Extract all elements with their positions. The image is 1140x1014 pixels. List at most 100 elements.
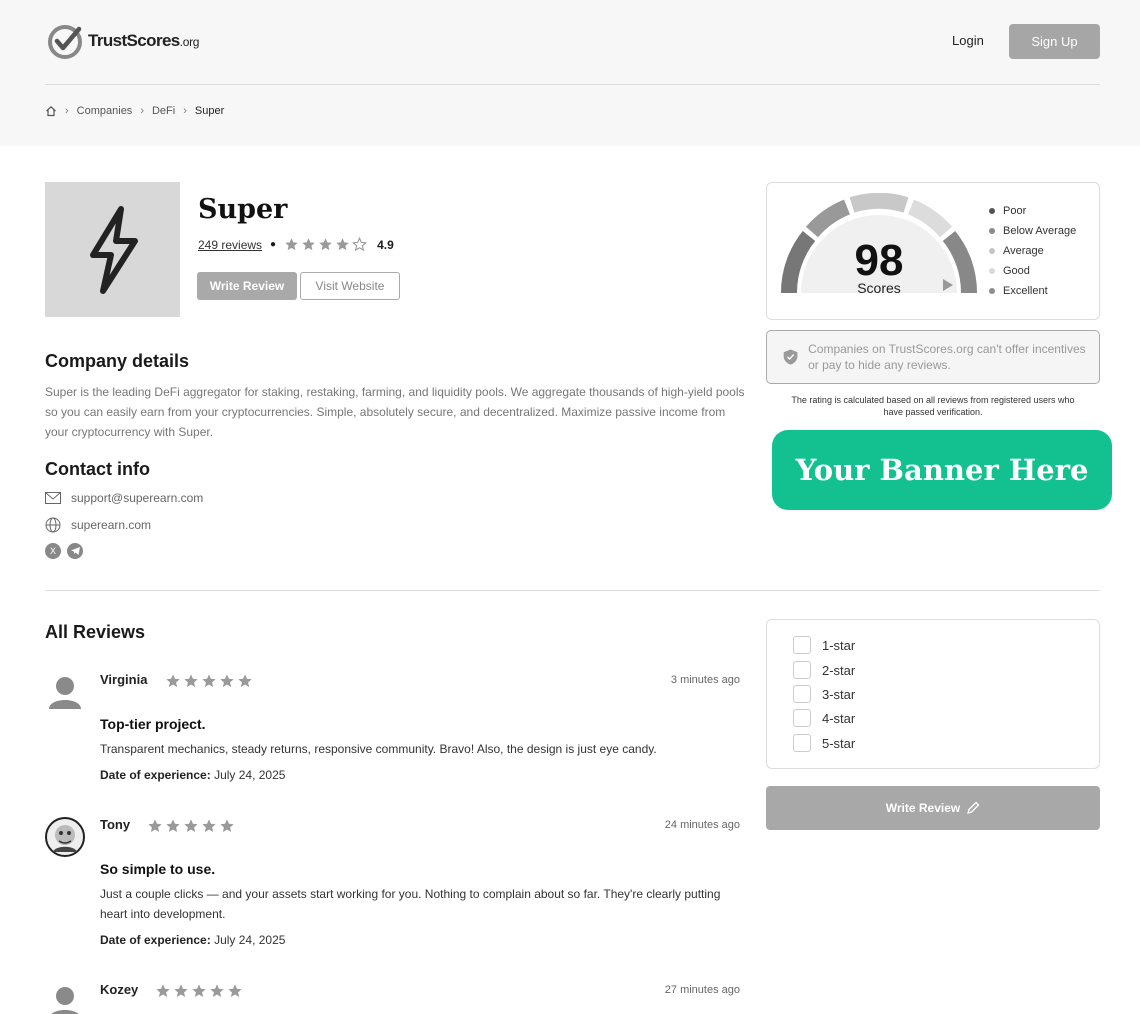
globe-icon <box>45 517 61 533</box>
filter-3-star[interactable]: 3-star <box>793 685 855 703</box>
star-icon <box>166 819 180 832</box>
write-review-button[interactable]: Write Review <box>197 272 297 300</box>
star-icon <box>319 238 332 251</box>
company-description: Super is the leading DeFi aggregator for… <box>45 385 745 439</box>
checkbox[interactable] <box>793 685 811 703</box>
shield-check-icon <box>783 349 798 365</box>
visit-website-button[interactable]: Visit Website <box>300 272 400 300</box>
legend-item: Average <box>989 241 1076 261</box>
telegram-icon[interactable] <box>67 543 83 559</box>
review-item: Virginia 3 minutes ago Top-tier project.… <box>45 672 740 787</box>
checkmark-badge-icon <box>48 25 82 59</box>
review-body: Just a couple clicks — and your assets s… <box>100 887 721 921</box>
review-title: Top-tier project. <box>100 716 206 732</box>
chevron-right-icon: › <box>183 105 187 117</box>
header: TrustScores.org Login Sign Up › Companie… <box>0 0 1140 146</box>
star-icon <box>336 238 349 251</box>
website-text: superearn.com <box>71 518 152 532</box>
review-item: Tony 24 minutes ago So simple to use. Ju… <box>45 817 740 952</box>
experience-date: Date of experience: July 24, 2025 <box>100 933 286 947</box>
legend-item: Good <box>989 261 1076 281</box>
signup-button[interactable]: Sign Up <box>1009 24 1100 59</box>
company-details-heading: Company details <box>45 351 190 371</box>
filter-5-star[interactable]: 5-star <box>793 734 855 752</box>
company-rating-row: 249 reviews ● 4.9 <box>198 237 394 252</box>
review-time: 27 minutes ago <box>664 984 740 996</box>
breadcrumb-defi[interactable]: DeFi <box>152 105 175 117</box>
pencil-icon <box>967 801 980 814</box>
company-name: Super <box>198 194 288 225</box>
star-icon <box>202 674 216 687</box>
divider <box>45 84 1100 85</box>
star-icon <box>220 674 234 687</box>
chevron-right-icon: › <box>140 105 144 117</box>
filter-2-star[interactable]: 2-star <box>793 661 855 679</box>
star-icon <box>166 674 180 687</box>
star-icon <box>352 237 368 252</box>
all-reviews-heading: All Reviews <box>45 622 146 642</box>
reviews-count-link[interactable]: 249 reviews <box>198 238 262 252</box>
legend-dot <box>989 208 995 214</box>
star-icon <box>202 819 216 832</box>
checkbox[interactable] <box>793 709 811 727</box>
contact-website[interactable]: superearn.com <box>45 517 151 533</box>
reviewer-name: Virginia <box>100 672 148 687</box>
home-icon[interactable] <box>45 105 57 117</box>
review-title: So simple to use. <box>100 861 216 877</box>
star-icon <box>220 819 234 832</box>
star-icon <box>184 674 198 687</box>
logo[interactable]: TrustScores.org <box>45 21 199 61</box>
star-icon <box>302 238 315 251</box>
filter-4-star[interactable]: 4-star <box>793 709 855 727</box>
review-item: Kozey 27 minutes ago <box>45 982 740 1014</box>
star-icon <box>148 819 162 832</box>
score-label: Scores <box>857 280 901 296</box>
filter-1-star[interactable]: 1-star <box>793 636 855 654</box>
company-logo <box>45 182 180 317</box>
user-avatar-icon <box>49 677 81 709</box>
legend-dot <box>989 288 995 294</box>
reviewer-name: Kozey <box>100 982 139 997</box>
breadcrumb-current: Super <box>194 105 225 117</box>
breadcrumb: › Companies › DeFi › Super <box>45 105 224 117</box>
mail-icon <box>45 492 61 504</box>
star-icon <box>210 984 224 997</box>
star-icon <box>285 238 298 251</box>
score-legend: Poor Below Average Average Good Excellen… <box>989 201 1076 301</box>
contact-email[interactable]: support@superearn.com <box>45 491 203 505</box>
checkbox[interactable] <box>793 636 811 654</box>
legend-item: Poor <box>989 201 1076 221</box>
star-icon <box>192 984 206 997</box>
login-link[interactable]: Login <box>952 33 984 48</box>
notice-text: Companies on TrustScores.org can't offer… <box>808 342 1086 372</box>
x-twitter-icon[interactable]: X <box>45 543 61 559</box>
user-photo-avatar <box>45 817 85 857</box>
breadcrumb-companies[interactable]: Companies <box>77 105 133 117</box>
review-time: 3 minutes ago <box>670 674 740 686</box>
legend-dot <box>989 228 995 234</box>
star-icon <box>184 819 198 832</box>
review-stars <box>155 983 245 999</box>
review-body: Transparent mechanics, steady returns, r… <box>100 742 657 756</box>
logo-text: TrustScores.org <box>88 31 200 50</box>
social-links: X <box>45 543 89 559</box>
review-stars <box>147 818 237 834</box>
user-avatar-icon <box>51 987 79 1014</box>
experience-date: Date of experience: July 24, 2025 <box>100 768 286 782</box>
contact-info-heading: Contact info <box>45 459 150 479</box>
star-icon <box>228 984 242 997</box>
checkbox[interactable] <box>793 661 811 679</box>
star-icon <box>238 674 252 687</box>
legend-dot <box>989 268 995 274</box>
rating-note: The rating is calculated based on all re… <box>791 395 1075 417</box>
write-review-bottom-button[interactable]: Write Review <box>766 786 1100 830</box>
review-stars <box>165 673 255 689</box>
reviewer-name: Tony <box>100 817 131 832</box>
legend-item: Excellent <box>989 281 1076 301</box>
email-text: support@superearn.com <box>71 491 204 505</box>
checkbox[interactable] <box>793 734 811 752</box>
company-stars <box>284 237 369 252</box>
lightning-icon <box>89 205 138 294</box>
ad-banner[interactable]: Your Banner Here <box>772 430 1112 510</box>
chevron-right-icon: › <box>65 105 69 117</box>
